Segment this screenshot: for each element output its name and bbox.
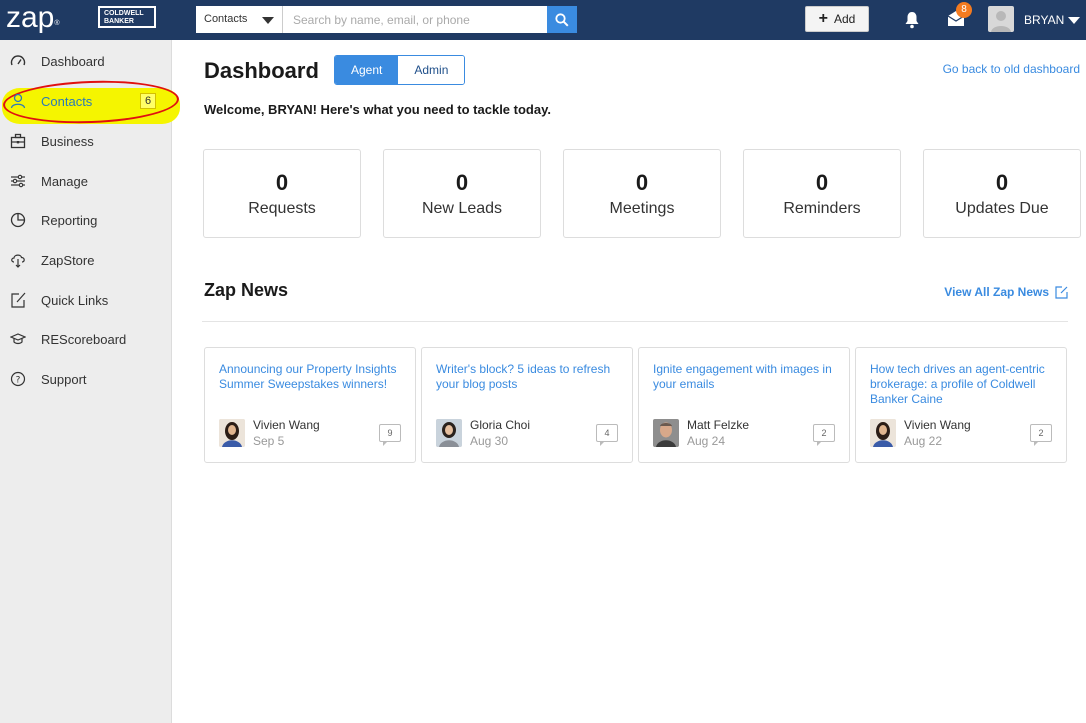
sidebar-item-label: ZapStore xyxy=(41,252,95,268)
user-name[interactable]: BRYAN xyxy=(1024,0,1064,40)
gauge-icon xyxy=(8,51,28,71)
news-date: Aug 22 xyxy=(904,434,943,448)
admin-toggle-button[interactable]: Admin xyxy=(398,56,465,84)
sidebar-item-label: Contacts xyxy=(41,93,93,109)
person-icon xyxy=(8,91,28,111)
pie-chart-icon xyxy=(8,210,28,230)
stat-label: Meetings xyxy=(609,200,675,217)
news-title-link[interactable]: Writer's block? 5 ideas to refresh your … xyxy=(436,362,622,392)
plus-icon: + xyxy=(818,10,828,27)
view-all-news-label: View All Zap News xyxy=(944,285,1049,299)
external-link-icon xyxy=(1055,285,1068,299)
search-button[interactable] xyxy=(547,6,577,33)
news-card[interactable]: Ignite engagement with images in your em… xyxy=(638,347,850,463)
user-menu-chevron-icon[interactable] xyxy=(1068,17,1080,24)
briefcase-icon xyxy=(8,131,28,151)
welcome-message: Welcome, BRYAN! Here's what you need to … xyxy=(204,102,551,117)
role-toggle: Agent Admin xyxy=(334,55,466,85)
news-date: Sep 5 xyxy=(253,434,285,448)
question-icon: ? xyxy=(8,369,28,389)
svg-text:?: ? xyxy=(16,376,21,386)
news-card[interactable]: Announcing our Property Insights Summer … xyxy=(204,347,416,463)
news-date: Aug 24 xyxy=(687,434,726,448)
add-button[interactable]: + Add xyxy=(805,6,869,32)
stat-card-new-leads[interactable]: 0 New Leads xyxy=(383,149,541,238)
stat-label: New Leads xyxy=(421,200,503,217)
stat-card-meetings[interactable]: 0 Meetings xyxy=(563,149,721,238)
divider xyxy=(202,321,1068,322)
sidebar-item-business[interactable]: Business xyxy=(0,121,172,161)
cloud-download-icon xyxy=(8,250,28,270)
stat-card-requests[interactable]: 0 Requests xyxy=(203,149,361,238)
sidebar-item-contacts[interactable]: Contacts 6 xyxy=(0,81,172,121)
user-placeholder-icon xyxy=(991,11,1011,32)
zap-logo[interactable]: zap® xyxy=(6,0,60,40)
sliders-icon xyxy=(8,171,28,191)
author-avatar xyxy=(436,419,462,447)
top-bar: zap® COLDWELL BANKER Contacts + Add 8 xyxy=(0,0,1086,40)
stat-label: Updates Due xyxy=(955,200,1049,217)
sidebar-item-manage[interactable]: Manage xyxy=(0,161,172,201)
main-content: Dashboard Agent Admin Go back to old das… xyxy=(172,40,1086,723)
stat-value: 0 xyxy=(455,170,469,195)
inbox-count-badge: 8 xyxy=(956,2,972,18)
news-title-link[interactable]: Announcing our Property Insights Summer … xyxy=(219,362,405,392)
stat-card-updates-due[interactable]: 0 Updates Due xyxy=(923,149,1081,238)
bell-icon[interactable] xyxy=(904,11,920,29)
chevron-down-icon xyxy=(262,17,274,24)
search-scope-select[interactable]: Contacts xyxy=(196,6,283,33)
coldwell-banker-logo: COLDWELL BANKER xyxy=(98,6,156,28)
old-dashboard-link[interactable]: Go back to old dashboard xyxy=(943,62,1080,76)
contacts-count-badge: 6 xyxy=(140,93,156,109)
graduation-cap-icon xyxy=(8,329,28,349)
agent-toggle-button[interactable]: Agent xyxy=(335,56,399,84)
author-avatar xyxy=(870,419,896,447)
sidebar-item-label: Manage xyxy=(41,173,88,189)
comment-count-icon[interactable]: 9 xyxy=(379,424,401,446)
user-avatar[interactable] xyxy=(988,6,1014,32)
news-section-title: Zap News xyxy=(204,280,289,300)
news-author: Vivien Wang xyxy=(253,418,320,432)
news-author: Gloria Choi xyxy=(470,418,531,432)
search-input[interactable] xyxy=(283,6,547,33)
sidebar-item-label: Quick Links xyxy=(41,292,109,308)
stat-value: 0 xyxy=(275,170,289,195)
comment-count-icon[interactable]: 4 xyxy=(596,424,618,446)
sidebar-item-quick-links[interactable]: Quick Links xyxy=(0,280,172,320)
comment-count-icon[interactable]: 2 xyxy=(1030,424,1052,446)
news-author: Vivien Wang xyxy=(904,418,971,432)
news-author: Matt Felzke xyxy=(687,418,750,432)
search-icon xyxy=(555,12,569,27)
sidebar: Dashboard Contacts 6 Business Manage Rep… xyxy=(0,40,180,723)
sidebar-item-label: Business xyxy=(41,133,94,149)
sidebar-item-label: Reporting xyxy=(41,212,98,228)
sidebar-item-label: REScoreboard xyxy=(41,331,127,347)
stat-label: Requests xyxy=(248,200,316,217)
news-date: Aug 30 xyxy=(470,434,509,448)
sidebar-item-label: Support xyxy=(41,371,87,387)
global-search: Contacts xyxy=(196,6,577,33)
sidebar-item-support[interactable]: ? Support xyxy=(0,359,172,399)
stat-value: 0 xyxy=(635,170,649,195)
news-title-link[interactable]: How tech drives an agent-centric brokera… xyxy=(870,362,1056,407)
add-label: Add xyxy=(833,12,856,26)
sidebar-item-rescoreboard[interactable]: REScoreboard xyxy=(0,319,172,359)
comment-count-icon[interactable]: 2 xyxy=(813,424,835,446)
news-card[interactable]: Writer's block? 5 ideas to refresh your … xyxy=(421,347,633,463)
author-avatar xyxy=(219,419,245,447)
sidebar-item-dashboard[interactable]: Dashboard xyxy=(0,41,172,81)
view-all-news-link[interactable]: View All Zap News xyxy=(944,285,1068,299)
sidebar-item-reporting[interactable]: Reporting xyxy=(0,200,172,240)
news-title-link[interactable]: Ignite engagement with images in your em… xyxy=(653,362,839,392)
sidebar-item-label: Dashboard xyxy=(41,53,105,69)
stat-value: 0 xyxy=(815,170,829,195)
stat-card-reminders[interactable]: 0 Reminders xyxy=(743,149,901,238)
author-avatar xyxy=(653,419,679,447)
stat-value: 0 xyxy=(995,170,1009,195)
page-title: Dashboard xyxy=(204,58,319,83)
news-card[interactable]: How tech drives an agent-centric brokera… xyxy=(855,347,1067,463)
external-link-icon xyxy=(8,290,28,310)
sidebar-item-zapstore[interactable]: ZapStore xyxy=(0,240,172,280)
stat-label: Reminders xyxy=(783,200,861,217)
